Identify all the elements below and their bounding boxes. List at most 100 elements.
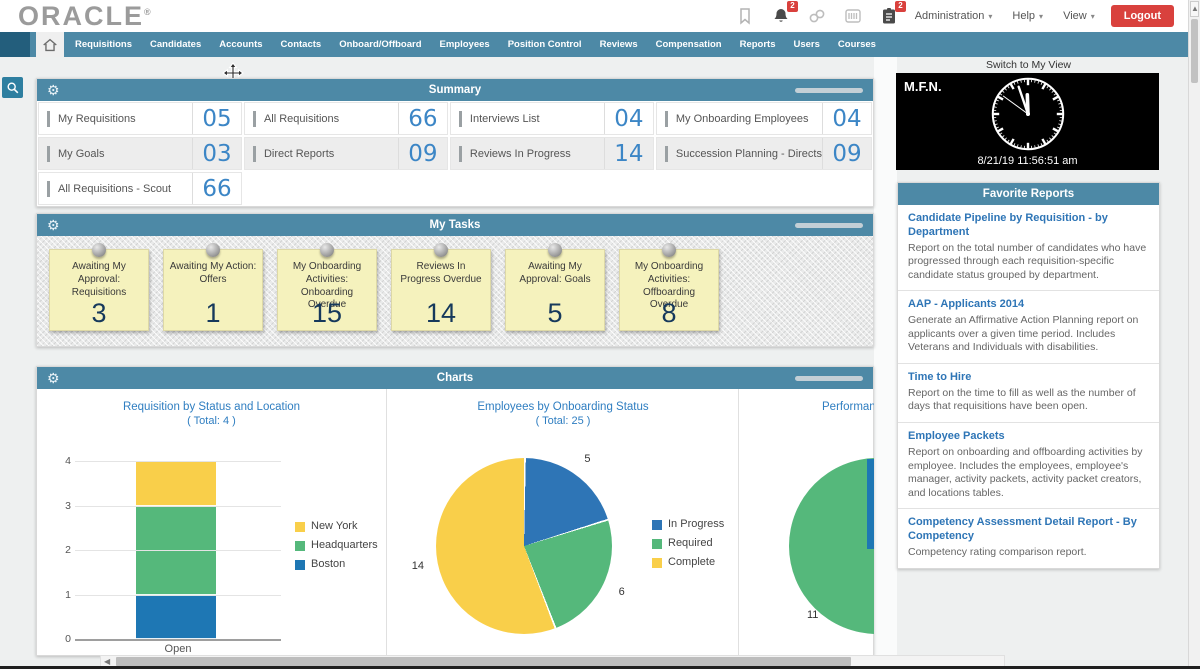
task-note[interactable]: My Onboarding Activities: Onboarding Ove… xyxy=(277,249,377,331)
task-note-label: Reviews In Progress Overdue xyxy=(396,261,486,287)
minimize-handle[interactable] xyxy=(795,223,863,228)
tasks-note-board: Awaiting My Approval: Requisitions 3 Awa… xyxy=(37,236,873,346)
clock-tick xyxy=(1053,133,1055,134)
task-note[interactable]: My Onboarding Activities: Offboarding Ov… xyxy=(619,249,719,331)
summary-panel-header[interactable]: ⚙ Summary xyxy=(37,79,873,101)
summary-tile[interactable]: Reviews In Progress 14 xyxy=(450,137,654,170)
legend-item: Boston xyxy=(295,555,378,574)
report-title-link[interactable]: Time to Hire xyxy=(908,371,1149,385)
favorite-report-item[interactable]: Competency Assessment Detail Report - By… xyxy=(898,508,1159,567)
nav-tab-users[interactable]: Users xyxy=(785,39,829,50)
gear-icon[interactable]: ⚙ xyxy=(47,83,60,97)
task-note[interactable]: Awaiting My Action: Offers 1 xyxy=(163,249,263,331)
pin-icon xyxy=(92,243,106,257)
bookmark-icon[interactable] xyxy=(735,6,755,26)
summary-tile[interactable]: Interviews List 04 xyxy=(450,102,654,135)
horizontal-scrollbar-thumb[interactable] xyxy=(116,657,851,666)
minimize-handle[interactable] xyxy=(795,88,863,93)
nav-tab-contacts[interactable]: Contacts xyxy=(272,39,331,50)
favorite-report-item[interactable]: AAP - Applicants 2014 Generate an Affirm… xyxy=(898,290,1159,363)
task-note-count: 1 xyxy=(164,298,262,329)
pie-slice-label: 6 xyxy=(619,586,625,598)
nav-tab-accounts[interactable]: Accounts xyxy=(210,39,271,50)
bar-segment-new-york[interactable] xyxy=(136,461,216,506)
link-icon[interactable] xyxy=(807,6,827,26)
task-note[interactable]: Awaiting My Approval: Goals 5 xyxy=(505,249,605,331)
nav-tab-courses[interactable]: Courses xyxy=(829,39,885,50)
pie-chart[interactable] xyxy=(789,458,874,634)
clock-tick xyxy=(1017,144,1018,146)
logout-button[interactable]: Logout xyxy=(1111,5,1174,27)
barcode-icon[interactable] xyxy=(843,6,863,26)
legend-label: In Progress xyxy=(668,515,724,534)
clock-widget: M.F.N. 8/21/19 11:56:51 am xyxy=(896,73,1159,170)
summary-tile[interactable]: Succession Planning - Directs 09 xyxy=(656,137,872,170)
vertical-scrollbar-thumb[interactable] xyxy=(1191,19,1198,83)
pie-chart[interactable] xyxy=(436,458,612,634)
chevron-down-icon: ▾ xyxy=(988,12,992,21)
notifications-icon[interactable]: 2 xyxy=(771,6,791,26)
charts-panel-header[interactable]: ⚙ Charts xyxy=(37,367,873,389)
summary-tile[interactable]: My Goals 03 xyxy=(38,137,242,170)
nav-tab-reviews[interactable]: Reviews xyxy=(591,39,647,50)
nav-tab-requisitions[interactable]: Requisitions xyxy=(66,39,141,50)
tile-label: All Requisitions xyxy=(264,113,398,125)
report-title-link[interactable]: Competency Assessment Detail Report - By… xyxy=(908,516,1149,544)
menu-view[interactable]: View ▾ xyxy=(1063,10,1095,22)
report-title-link[interactable]: Employee Packets xyxy=(908,430,1149,444)
legend-item: In Progress xyxy=(652,515,724,534)
bar-segment-boston[interactable] xyxy=(136,595,216,640)
content-sidebar-gap xyxy=(874,57,897,657)
summary-tile[interactable]: Direct Reports 09 xyxy=(244,137,448,170)
nav-tab-compensation[interactable]: Compensation xyxy=(647,39,731,50)
gear-icon[interactable]: ⚙ xyxy=(47,371,60,385)
report-description: Report on the total number of candidates… xyxy=(908,242,1149,283)
tile-value: 66 xyxy=(192,173,241,204)
report-title-link[interactable]: AAP - Applicants 2014 xyxy=(908,298,1149,312)
summary-tile[interactable]: My Requisitions 05 xyxy=(38,102,242,135)
legend-label: Complete xyxy=(668,553,715,572)
summary-tile[interactable]: All Requisitions - Scout 66 xyxy=(38,172,242,205)
scroll-up-arrow[interactable]: ▲ xyxy=(1190,1,1199,17)
nav-tab-reports[interactable]: Reports xyxy=(731,39,785,50)
task-note-label: Awaiting My Approval: Requisitions xyxy=(54,261,144,299)
clock-tick xyxy=(995,124,997,125)
search-button[interactable] xyxy=(2,77,23,98)
menu-administration[interactable]: Administration ▾ xyxy=(915,10,993,22)
minimize-handle[interactable] xyxy=(795,376,863,381)
summary-tile[interactable]: All Requisitions 66 xyxy=(244,102,448,135)
favorite-reports-title: Favorite Reports xyxy=(898,188,1159,200)
summary-tile[interactable]: My Onboarding Employees 04 xyxy=(656,102,872,135)
report-title-link[interactable]: Candidate Pipeline by Requisition - by D… xyxy=(908,212,1149,240)
nav-tab-position-control[interactable]: Position Control xyxy=(499,39,591,50)
summary-grid: My Requisitions 05 All Requisitions 66 I… xyxy=(37,101,873,206)
switch-to-my-view-link[interactable]: Switch to My View xyxy=(897,59,1160,71)
clock-tick xyxy=(1037,144,1038,146)
legend-swatch xyxy=(652,558,662,568)
tile-accent-bar xyxy=(459,146,462,162)
report-description: Report on onboarding and offboarding act… xyxy=(908,446,1149,501)
favorite-report-item[interactable]: Employee Packets Report on onboarding an… xyxy=(898,422,1159,508)
home-button[interactable] xyxy=(36,32,64,57)
chart-title: Employees by Onboarding Status xyxy=(387,401,739,413)
nav-tab-employees[interactable]: Employees xyxy=(431,39,499,50)
clock-tick xyxy=(1042,139,1045,144)
gear-icon[interactable]: ⚙ xyxy=(47,218,60,232)
chevron-down-icon: ▾ xyxy=(1039,12,1043,21)
tile-accent-bar xyxy=(459,111,462,127)
menu-help[interactable]: Help ▾ xyxy=(1012,10,1043,22)
task-note[interactable]: Awaiting My Approval: Requisitions 3 xyxy=(49,249,149,331)
vertical-scrollbar[interactable]: ▲ xyxy=(1188,0,1200,669)
tasks-clipboard-icon[interactable]: 2 xyxy=(879,6,899,26)
task-note[interactable]: Reviews In Progress Overdue 14 xyxy=(391,249,491,331)
notifications-badge: 2 xyxy=(787,1,797,12)
tile-label: All Requisitions - Scout xyxy=(58,183,192,195)
nav-tab-candidates[interactable]: Candidates xyxy=(141,39,210,50)
nav-tab-onboard-offboard[interactable]: Onboard/Offboard xyxy=(330,39,430,50)
favorite-report-item[interactable]: Time to Hire Report on the time to fill … xyxy=(898,363,1159,422)
tile-value: 04 xyxy=(604,103,653,134)
my-tasks-panel-header[interactable]: ⚙ My Tasks xyxy=(37,214,873,236)
chart-title: Requisition by Status and Location xyxy=(37,401,386,413)
y-axis-tick-label: 4 xyxy=(65,455,71,467)
favorite-report-item[interactable]: Candidate Pipeline by Requisition - by D… xyxy=(898,205,1159,290)
